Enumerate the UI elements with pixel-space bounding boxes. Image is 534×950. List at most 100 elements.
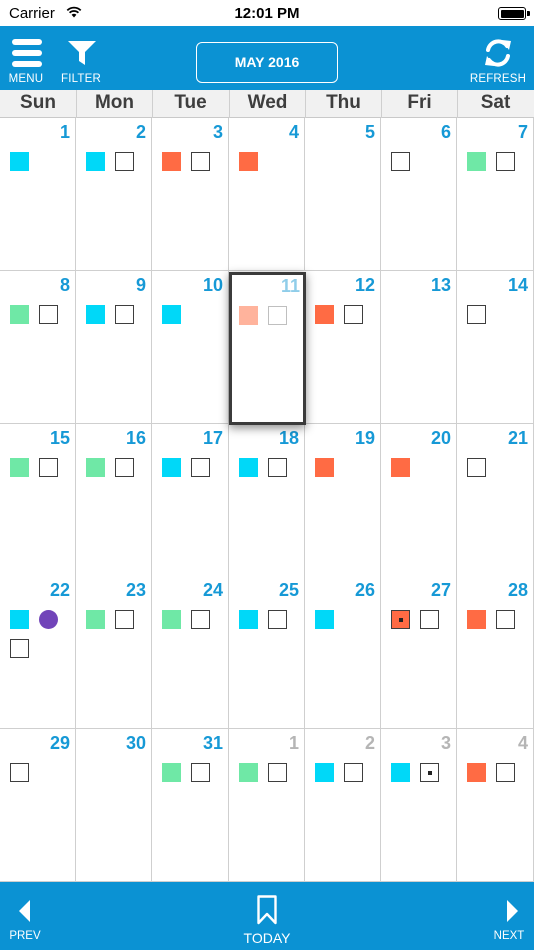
calendar-day-cell[interactable]: 2 <box>305 729 381 882</box>
empty-checkbox-icon[interactable] <box>191 610 210 629</box>
calendar-day-cell[interactable]: 1 <box>229 729 305 882</box>
month-selector-button[interactable]: MAY 2016 <box>196 42 338 83</box>
empty-checkbox-icon[interactable] <box>467 305 486 324</box>
cyan-square-marker-icon[interactable] <box>10 152 29 171</box>
calendar-day-cell[interactable]: 22 <box>0 576 76 729</box>
cyan-square-marker-icon[interactable] <box>162 305 181 324</box>
empty-checkbox-icon[interactable] <box>191 152 210 171</box>
empty-checkbox-icon[interactable] <box>496 763 515 782</box>
calendar-day-cell[interactable]: 6 <box>381 118 457 271</box>
empty-checkbox-icon[interactable] <box>10 639 29 658</box>
cyan-square-marker-icon[interactable] <box>315 763 334 782</box>
calendar-day-cell[interactable]: 3 <box>381 729 457 882</box>
empty-checkbox-icon[interactable] <box>496 610 515 629</box>
calendar-day-cell[interactable]: 29 <box>0 729 76 882</box>
empty-checkbox-icon[interactable] <box>391 152 410 171</box>
calendar-day-cell[interactable]: 20 <box>381 424 457 577</box>
calendar-day-cell[interactable]: 12 <box>305 271 381 424</box>
menu-button[interactable]: MENU <box>4 26 48 90</box>
calendar-day-cell[interactable]: 15 <box>0 424 76 577</box>
empty-checkbox-icon[interactable] <box>344 305 363 324</box>
calendar-day-cell[interactable]: 28 <box>457 576 534 729</box>
green-square-marker-icon[interactable] <box>162 763 181 782</box>
empty-checkbox-icon[interactable] <box>344 763 363 782</box>
green-square-marker-icon[interactable] <box>86 610 105 629</box>
green-square-marker-icon[interactable] <box>10 458 29 477</box>
calendar-day-cell[interactable]: 1 <box>0 118 76 271</box>
calendar-day-cell[interactable]: 30 <box>76 729 152 882</box>
calendar-day-cell[interactable]: 27 <box>381 576 457 729</box>
calendar-day-cell[interactable]: 18 <box>229 424 305 577</box>
calendar-day-cell[interactable]: 3 <box>152 118 229 271</box>
orange-square-marker-icon[interactable] <box>162 152 181 171</box>
cyan-square-marker-icon[interactable] <box>239 610 258 629</box>
orange-square-marker-icon[interactable] <box>315 305 334 324</box>
orange-square-marker-icon[interactable] <box>315 458 334 477</box>
green-square-marker-icon[interactable] <box>467 152 486 171</box>
calendar-day-cell[interactable]: 10 <box>152 271 229 424</box>
day-number: 2 <box>135 122 146 142</box>
green-square-marker-icon[interactable] <box>10 305 29 324</box>
calendar-day-cell[interactable]: 14 <box>457 271 534 424</box>
calendar-day-cell[interactable]: 17 <box>152 424 229 577</box>
empty-checkbox-icon[interactable] <box>496 152 515 171</box>
orange-square-marker-icon[interactable] <box>391 458 410 477</box>
orange-square-marker-icon[interactable] <box>467 610 486 629</box>
empty-checkbox-icon[interactable] <box>10 763 29 782</box>
dotted-checkbox-icon[interactable] <box>420 763 439 782</box>
calendar-day-cell[interactable]: 31 <box>152 729 229 882</box>
green-square-marker-icon[interactable] <box>86 458 105 477</box>
calendar-day-cell[interactable]: 21 <box>457 424 534 577</box>
empty-checkbox-icon[interactable] <box>191 763 210 782</box>
cyan-square-marker-icon[interactable] <box>239 458 258 477</box>
calendar-day-cell[interactable]: 2 <box>76 118 152 271</box>
cyan-square-marker-icon[interactable] <box>10 610 29 629</box>
empty-checkbox-icon[interactable] <box>268 763 287 782</box>
calendar-day-cell[interactable]: 19 <box>305 424 381 577</box>
empty-checkbox-icon[interactable] <box>39 458 58 477</box>
empty-checkbox-icon[interactable] <box>420 610 439 629</box>
salmon-square-marker-icon[interactable] <box>239 306 258 325</box>
refresh-button[interactable]: REFRESH <box>468 26 528 90</box>
cyan-square-marker-icon[interactable] <box>315 610 334 629</box>
calendar-day-cell[interactable]: 25 <box>229 576 305 729</box>
calendar-day-cell[interactable]: 24 <box>152 576 229 729</box>
orange-square-marker-icon[interactable] <box>467 763 486 782</box>
cyan-square-marker-icon[interactable] <box>391 763 410 782</box>
empty-checkbox-icon[interactable] <box>115 458 134 477</box>
calendar-day-cell[interactable]: 5 <box>305 118 381 271</box>
empty-checkbox-icon[interactable] <box>115 305 134 324</box>
green-square-marker-icon[interactable] <box>239 763 258 782</box>
today-button[interactable]: TODAY <box>232 882 302 950</box>
calendar-day-cell-today[interactable]: 11 <box>229 272 306 425</box>
calendar-day-cell[interactable]: 23 <box>76 576 152 729</box>
empty-checkbox-icon[interactable] <box>115 610 134 629</box>
calendar-day-cell[interactable]: 16 <box>76 424 152 577</box>
cyan-square-marker-icon[interactable] <box>86 152 105 171</box>
empty-checkbox-icon[interactable] <box>268 458 287 477</box>
cyan-square-marker-icon[interactable] <box>86 305 105 324</box>
calendar-day-cell[interactable]: 4 <box>457 729 534 882</box>
orange-dotted-marker-icon[interactable] <box>391 610 410 629</box>
green-square-marker-icon[interactable] <box>162 610 181 629</box>
purple-circle-marker-icon[interactable] <box>39 610 58 629</box>
cyan-square-marker-icon[interactable] <box>162 458 181 477</box>
empty-checkbox-icon[interactable] <box>268 306 287 325</box>
weekday-wed: Wed <box>229 90 305 118</box>
calendar-day-cell[interactable]: 26 <box>305 576 381 729</box>
empty-checkbox-icon[interactable] <box>39 305 58 324</box>
calendar-day-cell[interactable]: 4 <box>229 118 305 271</box>
empty-checkbox-icon[interactable] <box>467 458 486 477</box>
next-button[interactable]: NEXT <box>484 882 534 950</box>
orange-square-marker-icon[interactable] <box>239 152 258 171</box>
battery-icon <box>498 7 530 20</box>
empty-checkbox-icon[interactable] <box>115 152 134 171</box>
calendar-day-cell[interactable]: 13 <box>381 271 457 424</box>
calendar-day-cell[interactable]: 9 <box>76 271 152 424</box>
prev-button[interactable]: PREV <box>0 882 50 950</box>
filter-button[interactable]: FILTER <box>58 26 104 90</box>
calendar-day-cell[interactable]: 8 <box>0 271 76 424</box>
empty-checkbox-icon[interactable] <box>268 610 287 629</box>
calendar-day-cell[interactable]: 7 <box>457 118 534 271</box>
empty-checkbox-icon[interactable] <box>191 458 210 477</box>
